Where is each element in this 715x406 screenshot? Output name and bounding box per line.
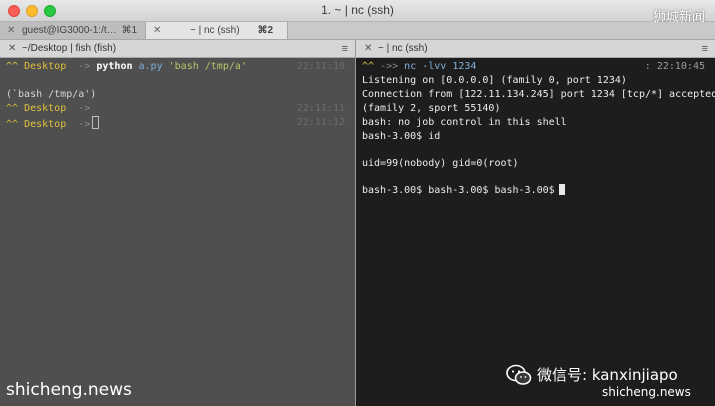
close-icon[interactable]: ✕ bbox=[8, 40, 16, 58]
watermark-site-small: shicheng.news bbox=[602, 385, 691, 399]
pane-title: ~/Desktop | fish (fish) bbox=[22, 43, 117, 54]
tab-bar: ✕ guest@IG3000-1:/tm... ⌘1 ✕ ~ | nc (ssh… bbox=[0, 22, 715, 40]
command-arg: a.py bbox=[138, 61, 163, 72]
command-name: nc bbox=[404, 61, 417, 72]
terminal-line: bash-3.00$ bash-3.00$ bash-3.00$ bbox=[362, 184, 565, 198]
prompt-icon: ^^ bbox=[6, 103, 19, 114]
right-terminal-pane[interactable]: ^^ ->> nc -lvv 1234 : 22:10:45 Listening… bbox=[356, 58, 715, 406]
prompt-icon: ^^ bbox=[362, 61, 375, 72]
terminal-line: Listening on [0.0.0.0] (family 0, port 1… bbox=[362, 75, 627, 86]
title-bar: 1. ~ | nc (ssh) bbox=[0, 0, 715, 22]
right-pane-header[interactable]: ✕ ~ | nc (ssh) ≡ bbox=[356, 40, 715, 58]
close-icon[interactable]: ✕ bbox=[7, 22, 15, 39]
close-icon[interactable]: ✕ bbox=[364, 40, 372, 58]
tab-guest-shell[interactable]: ✕ guest@IG3000-1:/tm... ⌘1 bbox=[0, 22, 146, 39]
menu-icon[interactable]: ≡ bbox=[702, 40, 708, 58]
prompt-dir: Desktop bbox=[24, 119, 67, 130]
prompt-dir: Desktop bbox=[24, 61, 67, 72]
pane-title: ~ | nc (ssh) bbox=[378, 43, 428, 54]
prompt-arrow: -> bbox=[78, 119, 91, 130]
left-pane-header[interactable]: ✕ ~/Desktop | fish (fish) ≡ bbox=[0, 40, 355, 58]
terminal-cursor bbox=[558, 184, 565, 195]
tab-nc-ssh[interactable]: ✕ ~ | nc (ssh) ⌘2 bbox=[146, 22, 288, 39]
prompt-icon: ^^ bbox=[6, 61, 19, 72]
prompt-icon: ^^ bbox=[6, 119, 19, 130]
command-arg: -lvv 1234 bbox=[422, 61, 477, 72]
command-name: python bbox=[96, 61, 133, 72]
left-terminal-pane[interactable]: ^^ Desktop -> python a.py 'bash /tmp/a' … bbox=[0, 58, 355, 406]
terminal-line: uid=99(nobody) gid=0(root) bbox=[362, 158, 519, 169]
close-icon[interactable]: ✕ bbox=[153, 22, 161, 39]
timestamp: 22:11:10 bbox=[296, 61, 345, 72]
terminal-line: ^^ ->> nc -lvv 1234 bbox=[362, 60, 476, 74]
terminal-text: bash-3.00$ bash-3.00$ bash-3.00$ bbox=[362, 185, 555, 196]
prompt-arrow: -> bbox=[78, 61, 91, 72]
watermark-wechat-id: 微信号: kanxinjiapo bbox=[537, 366, 678, 384]
tab-label: ~ | nc (ssh) bbox=[190, 25, 240, 36]
tab-shortcut: ⌘2 bbox=[257, 25, 273, 36]
terminal-line: bash: no job control in this shell bbox=[362, 117, 567, 128]
tab-label: guest@IG3000-1:/tm... bbox=[22, 25, 120, 36]
timestamp: 22:11:11 bbox=[296, 103, 345, 114]
wechat-icon bbox=[506, 364, 532, 385]
window-title: 1. ~ | nc (ssh) bbox=[321, 3, 394, 17]
watermark-site: shicheng.news bbox=[6, 380, 132, 400]
prompt-arrow: -> bbox=[78, 103, 91, 114]
command-string: 'bash /tmp/a' bbox=[168, 61, 247, 72]
terminal-line: bash-3.00$ id bbox=[362, 131, 441, 142]
timestamp: 22:11:12 bbox=[296, 117, 345, 128]
terminal-line: ^^ Desktop -> bbox=[6, 102, 90, 116]
terminal-line: (family 2, sport 55140) bbox=[362, 103, 501, 114]
prompt-arrow: ->> bbox=[380, 61, 399, 72]
timestamp: : 22:10:45 bbox=[644, 61, 705, 72]
menu-icon[interactable]: ≡ bbox=[342, 40, 348, 58]
tab-shortcut: ⌘1 bbox=[121, 25, 137, 36]
terminal-line: (`bash /tmp/a') bbox=[6, 89, 97, 100]
prompt-dir: Desktop bbox=[24, 103, 67, 114]
terminal-cursor bbox=[92, 116, 100, 129]
terminal-line: ^^ Desktop -> python a.py 'bash /tmp/a' bbox=[6, 60, 247, 74]
terminal-line: ^^ Desktop -> bbox=[6, 116, 100, 130]
terminal-line: Connection from [122.11.134.245] port 12… bbox=[362, 89, 715, 100]
